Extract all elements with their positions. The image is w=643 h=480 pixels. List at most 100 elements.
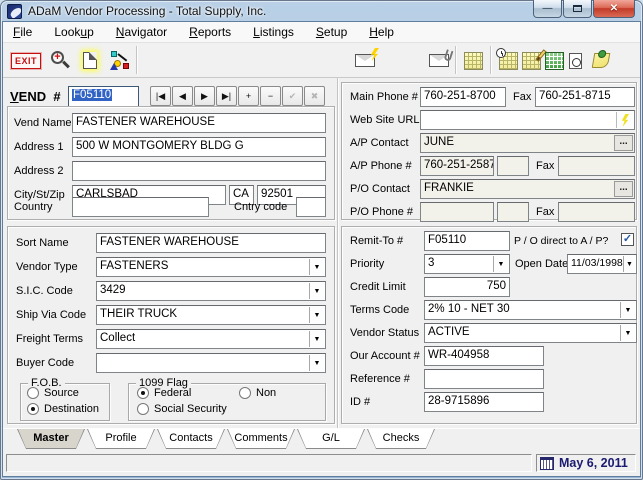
open-date-combo[interactable]: 11/03/1998▼ bbox=[567, 254, 637, 274]
chevron-down-icon[interactable]: ▼ bbox=[620, 325, 635, 341]
po-phone-ext-field[interactable] bbox=[497, 202, 529, 222]
nav-next-button[interactable]: ▶ bbox=[194, 86, 215, 106]
radio-icon bbox=[27, 387, 39, 399]
close-button[interactable]: ✕ bbox=[593, 0, 635, 18]
mail-attachment-icon bbox=[429, 54, 449, 67]
priority-label: Priority bbox=[350, 258, 384, 270]
menu-lookup[interactable]: Lookup bbox=[54, 25, 93, 39]
po-fax-field[interactable] bbox=[558, 202, 635, 222]
tab-comments[interactable]: Comments bbox=[227, 429, 295, 449]
table-button[interactable] bbox=[545, 48, 564, 73]
address1-field[interactable]: 500 W MONTGOMERY BLDG G bbox=[72, 137, 326, 157]
main-phone-field[interactable]: 760-251-8700 bbox=[420, 87, 506, 107]
po-phone-field[interactable] bbox=[420, 202, 494, 222]
fob-source-radio[interactable]: Source bbox=[27, 387, 79, 399]
country-field[interactable] bbox=[72, 197, 209, 217]
fob-destination-radio[interactable]: Destination bbox=[27, 403, 99, 415]
our-account-field[interactable]: WR-404958 bbox=[424, 346, 544, 366]
nav-delete-button[interactable]: − bbox=[260, 86, 281, 106]
buyer-code-combo[interactable]: ▼ bbox=[96, 353, 326, 373]
chevron-down-icon[interactable]: ▼ bbox=[309, 331, 324, 347]
spreadsheet-button[interactable] bbox=[464, 48, 483, 73]
calendar-clock-button[interactable] bbox=[499, 48, 518, 73]
document-clock-icon bbox=[569, 53, 582, 69]
ship-via-combo[interactable]: THEIR TRUCK▼ bbox=[96, 305, 326, 325]
sic-code-combo[interactable]: 3429▼ bbox=[96, 281, 326, 301]
vend-number-field[interactable]: F05110 bbox=[68, 86, 139, 107]
nav-first-button[interactable]: |◀ bbox=[150, 86, 171, 106]
vend-number-label: VEND # bbox=[10, 89, 61, 104]
priority-combo[interactable]: 3▼ bbox=[424, 254, 510, 274]
web-site-url-field[interactable] bbox=[420, 110, 635, 130]
new-record-button[interactable] bbox=[83, 48, 97, 73]
ap-fax-label: Fax bbox=[536, 160, 554, 172]
po-contact-lookup-button[interactable]: ... bbox=[614, 181, 633, 197]
minimize-button[interactable]: — bbox=[533, 0, 562, 18]
ap-contact-lookup-button[interactable]: ... bbox=[614, 135, 633, 151]
menu-navigator[interactable]: Navigator bbox=[116, 25, 167, 39]
po-direct-checkbox[interactable]: ✓ bbox=[621, 233, 634, 246]
chevron-down-icon[interactable]: ▼ bbox=[493, 256, 508, 272]
remit-to-field[interactable]: F05110 bbox=[424, 231, 510, 251]
chevron-down-icon[interactable]: ▼ bbox=[620, 302, 635, 318]
menu-setup[interactable]: Setup bbox=[316, 25, 347, 39]
nav-insert-button[interactable]: + bbox=[238, 86, 259, 106]
address2-field[interactable] bbox=[72, 161, 326, 181]
id-number-field[interactable]: 28-9715896 bbox=[424, 392, 544, 412]
ap-fax-field[interactable] bbox=[558, 156, 635, 176]
tab-contacts[interactable]: Contacts bbox=[157, 429, 225, 449]
vend-name-field[interactable]: FASTENER WAREHOUSE bbox=[72, 113, 326, 133]
reference-field[interactable] bbox=[424, 369, 544, 389]
sort-name-field[interactable]: FASTENER WAREHOUSE bbox=[96, 233, 326, 253]
vendor-status-combo[interactable]: ACTIVE▼ bbox=[424, 323, 637, 343]
nav-last-button[interactable]: ▶| bbox=[216, 86, 237, 106]
vendor-type-combo[interactable]: FASTENERS▼ bbox=[96, 257, 326, 277]
sort-name-label: Sort Name bbox=[16, 237, 69, 249]
sticky-note-button[interactable] bbox=[593, 48, 609, 73]
ship-via-label: Ship Via Code bbox=[16, 309, 86, 321]
main-fax-field[interactable]: 760-251-8715 bbox=[535, 87, 635, 107]
chevron-down-icon[interactable]: ▼ bbox=[309, 283, 324, 299]
po-contact-field[interactable]: FRANKIE... bbox=[420, 179, 635, 199]
radio-icon bbox=[239, 387, 251, 399]
chevron-down-icon[interactable]: ▼ bbox=[309, 259, 324, 275]
cntry-code-field[interactable] bbox=[296, 197, 326, 217]
navigator-button[interactable] bbox=[109, 48, 131, 73]
nav-cancel-button[interactable]: ✖ bbox=[304, 86, 325, 106]
mail-compose-button[interactable] bbox=[355, 48, 375, 73]
titlebar[interactable]: ADaM Vendor Processing - Total Supply, I… bbox=[0, 0, 643, 22]
document-clock-button[interactable] bbox=[569, 48, 582, 73]
flag1099-social-security-radio[interactable]: Social Security bbox=[137, 403, 227, 415]
chevron-down-icon[interactable]: ▼ bbox=[309, 307, 324, 323]
flag1099-federal-radio[interactable]: Federal bbox=[137, 387, 191, 399]
exit-button[interactable]: EXIT bbox=[11, 48, 41, 73]
ap-phone-field[interactable]: 760-251-2587 bbox=[420, 156, 494, 176]
menu-file[interactable]: File bbox=[13, 25, 32, 39]
calendar-edit-button[interactable] bbox=[522, 48, 541, 73]
open-url-button[interactable] bbox=[616, 112, 633, 128]
ap-phone-ext-field[interactable] bbox=[497, 156, 529, 176]
flag1099-non-radio[interactable]: Non bbox=[239, 387, 276, 399]
mail-attachment-button[interactable] bbox=[429, 48, 449, 73]
chevron-down-icon[interactable]: ▼ bbox=[309, 355, 324, 371]
terms-code-combo[interactable]: 2% 10 - NET 30▼ bbox=[424, 300, 637, 320]
search-button[interactable]: + bbox=[49, 48, 71, 73]
main-phone-label: Main Phone # bbox=[350, 91, 418, 103]
nav-post-button[interactable]: ✔ bbox=[282, 86, 303, 106]
chevron-down-icon[interactable]: ▼ bbox=[623, 256, 635, 272]
nav-prior-button[interactable]: ◀ bbox=[172, 86, 193, 106]
menu-help[interactable]: Help bbox=[369, 25, 394, 39]
menu-reports[interactable]: Reports bbox=[189, 25, 231, 39]
tab-checks[interactable]: Checks bbox=[367, 429, 435, 449]
tab-master[interactable]: Master bbox=[17, 429, 85, 449]
tab-gl[interactable]: G/L bbox=[297, 429, 365, 449]
freight-terms-combo[interactable]: Collect▼ bbox=[96, 329, 326, 349]
ap-contact-field[interactable]: JUNE... bbox=[420, 133, 635, 153]
menu-listings[interactable]: Listings bbox=[253, 25, 294, 39]
close-icon: ✕ bbox=[610, 3, 618, 14]
maximize-button[interactable] bbox=[563, 0, 592, 18]
toolbar-separator bbox=[136, 46, 138, 74]
tab-profile[interactable]: Profile bbox=[87, 429, 155, 449]
city-st-zip-label: City/St/Zip bbox=[14, 189, 65, 201]
credit-limit-field[interactable]: 750 bbox=[424, 277, 510, 297]
